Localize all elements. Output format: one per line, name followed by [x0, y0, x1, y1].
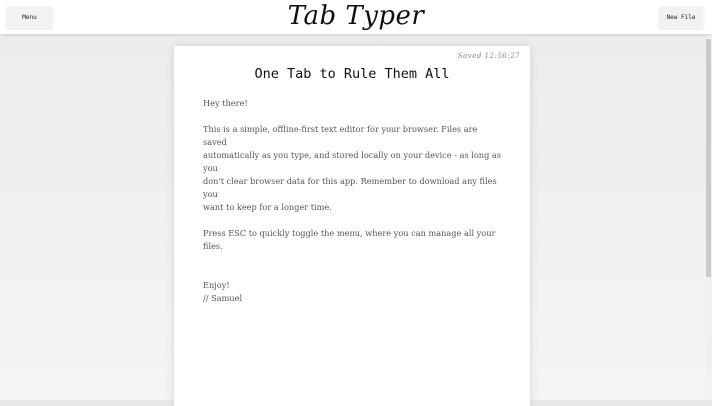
- app-logo: Tab Typer: [287, 1, 425, 31]
- scrollbar[interactable]: [705, 34, 712, 400]
- document-sheet[interactable]: Saved 12:56:27 One Tab to Rule Them All …: [174, 46, 530, 406]
- document-title[interactable]: One Tab to Rule Them All: [174, 66, 530, 82]
- saved-status: Saved 12:56:27: [457, 52, 520, 60]
- document-editor[interactable]: Hey there! This is a simple, offline-fir…: [203, 97, 503, 305]
- new-file-button[interactable]: New File: [659, 7, 703, 28]
- scrollbar-thumb[interactable]: [706, 39, 711, 277]
- top-bar: Menu Tab Typer New File: [0, 0, 712, 34]
